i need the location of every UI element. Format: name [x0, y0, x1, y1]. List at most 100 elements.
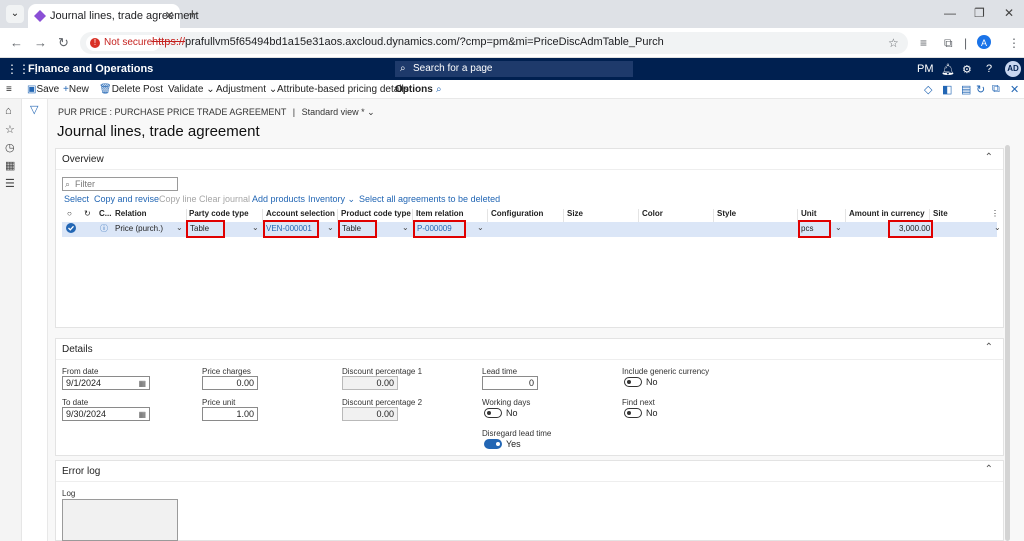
vertical-scrollbar[interactable] [1005, 145, 1010, 541]
close-window-icon[interactable]: ✕ [1004, 6, 1014, 20]
working-days-toggle[interactable] [484, 408, 502, 418]
log-textarea[interactable] [62, 499, 178, 541]
browser-menu-icon[interactable]: ⋮ [1008, 36, 1020, 50]
tab-search-icon[interactable]: ⌄ [6, 5, 24, 23]
price-charges-field[interactable]: 0.00 [202, 376, 258, 390]
not-secure-badge[interactable]: ! Not secure [86, 35, 161, 51]
forward-icon[interactable]: → [34, 35, 47, 50]
home-icon[interactable]: ⌂ [5, 105, 12, 117]
overview-header[interactable]: Overview [62, 154, 104, 165]
diamond-icon[interactable]: ◇ [924, 83, 932, 96]
find-next-toggle[interactable] [624, 408, 642, 418]
modules-icon[interactable]: ☰ [5, 177, 15, 190]
options-tab[interactable]: Options [395, 84, 433, 95]
close-page-icon[interactable]: ✕ [1010, 83, 1019, 96]
discount1-label: Discount percentage 1 [342, 367, 423, 376]
add-products-button[interactable]: Add products [252, 194, 305, 204]
minimize-icon[interactable]: — [944, 6, 956, 20]
column-options-icon[interactable]: ⋮ [991, 209, 999, 222]
post-button[interactable]: Post [143, 84, 163, 95]
column-color[interactable]: Color [642, 209, 663, 222]
price-unit-field[interactable]: 1.00 [202, 407, 258, 421]
inventory-menu[interactable]: Inventory ⌄ [308, 194, 355, 205]
new-button[interactable]: +New [63, 84, 89, 95]
column-site[interactable]: Site [933, 209, 948, 222]
restore-icon[interactable]: ❐ [974, 6, 985, 20]
chevron-down-icon[interactable]: ⌄ [252, 223, 259, 232]
settings-gear-icon[interactable]: ⚙ [962, 63, 972, 76]
favorites-icon[interactable]: ☆ [5, 123, 15, 136]
column-c[interactable]: C... [99, 209, 111, 222]
reading-list-icon[interactable]: ≡ [920, 36, 927, 50]
toggle-knob [496, 442, 500, 446]
action-search-icon[interactable]: ⌕ [436, 84, 442, 95]
to-date-field[interactable]: 9/30/2024 ▦ [62, 407, 150, 421]
copy-revise-button[interactable]: Copy and revise [94, 194, 159, 204]
attachment-icon[interactable]: ▤ [961, 83, 971, 96]
refresh-column-icon[interactable]: ↻ [84, 209, 91, 222]
app-name[interactable]: Finance and Operations [28, 63, 153, 75]
workspaces-icon[interactable]: ▦ [5, 159, 15, 172]
calendar-icon[interactable]: ▦ [138, 378, 146, 390]
bookmark-star-icon[interactable]: ☆ [888, 36, 899, 50]
column-configuration[interactable]: Configuration [491, 209, 543, 222]
collapse-chevron-icon[interactable]: ⌃ [985, 464, 993, 475]
column-style[interactable]: Style [717, 209, 736, 222]
reload-icon[interactable]: ↻ [58, 35, 69, 51]
url-text[interactable]: https://prafullvm5f65494bd1a15e31aos.axc… [152, 36, 664, 48]
calendar-icon[interactable]: ▦ [138, 409, 146, 421]
company-picker[interactable]: PM [917, 63, 934, 75]
save-button[interactable]: ▣Save [27, 84, 59, 95]
back-icon[interactable]: ← [10, 35, 23, 50]
overview-section: Overview ⌃ ⌕ Filter Select Copy and revi… [55, 148, 1004, 424]
recent-icon[interactable]: ◷ [5, 141, 15, 154]
chevron-down-icon[interactable]: ⌄ [835, 223, 842, 232]
omnibox[interactable]: ! Not secure https://prafullvm5f65494bd1… [80, 32, 908, 54]
row-info-icon[interactable]: ⓘ [100, 223, 108, 234]
office-icon[interactable]: ◧ [942, 83, 952, 96]
details-header[interactable]: Details [62, 344, 93, 355]
grid-filter-input[interactable]: ⌕ Filter [62, 177, 178, 191]
hamburger-icon[interactable]: ≡ [6, 84, 12, 95]
view-selector[interactable]: Standard view * [302, 107, 365, 117]
profile-icon[interactable]: A [977, 35, 991, 49]
error-log-header[interactable]: Error log [62, 466, 100, 477]
column-relation[interactable]: Relation [115, 209, 147, 222]
chevron-down-icon[interactable]: ⌄ [994, 223, 1001, 232]
popout-icon[interactable]: ⧉ [992, 83, 1000, 96]
generic-currency-toggle[interactable] [624, 377, 642, 387]
chevron-down-icon[interactable]: ⌄ [477, 223, 484, 232]
refresh-icon[interactable]: ↻ [976, 83, 985, 96]
extensions-icon[interactable]: ⧉ [944, 36, 953, 51]
collapse-chevron-icon[interactable]: ⌃ [985, 152, 993, 163]
chevron-down-icon[interactable]: ⌄ [327, 223, 334, 232]
validate-menu[interactable]: Validate ⌄ [168, 84, 215, 95]
chevron-down-icon[interactable]: ⌄ [402, 223, 409, 232]
help-icon[interactable]: ? [986, 63, 992, 75]
new-tab-icon[interactable]: + [188, 6, 197, 23]
select-all-delete-button[interactable]: Select all agreements to be deleted [359, 194, 500, 204]
collapse-chevron-icon[interactable]: ⌃ [985, 342, 993, 353]
copy-line-button[interactable]: Copy line [159, 194, 197, 204]
chevron-down-icon[interactable]: ⌄ [367, 107, 375, 117]
attribute-pricing-button[interactable]: Attribute-based pricing details [277, 84, 409, 95]
notifications-icon[interactable]: 🔔︎ [941, 63, 955, 76]
adjustment-menu[interactable]: Adjustment ⌄ [216, 84, 277, 95]
delete-button[interactable]: 🗑︎Delete [99, 84, 141, 95]
select-all-radio[interactable]: ○ [67, 209, 72, 222]
clear-journal-button[interactable]: Clear journal [199, 194, 250, 204]
chevron-down-icon[interactable]: ⌄ [176, 223, 183, 232]
user-avatar[interactable]: AD [1005, 61, 1021, 77]
tab-close-icon[interactable]: ✕ [165, 9, 174, 22]
details-section: Details ⌃ From date 9/1/2024 ▦ To date 9/… [55, 338, 1004, 456]
select-button[interactable]: Select [64, 194, 89, 204]
filter-funnel-icon[interactable]: ▽ [30, 103, 38, 116]
from-date-field[interactable]: 9/1/2024 ▦ [62, 376, 150, 390]
page-search-box[interactable]: ⌕ Search for a page [395, 61, 633, 77]
column-size[interactable]: Size [567, 209, 583, 222]
browser-tab[interactable]: Journal lines, trade agreement ✕ [28, 4, 199, 28]
disregard-lead-toggle[interactable] [484, 439, 502, 449]
row-selected-check-icon[interactable] [66, 223, 76, 234]
cell-relation[interactable]: Price (purch.) [115, 224, 163, 235]
lead-time-field[interactable]: 0 [482, 376, 538, 390]
